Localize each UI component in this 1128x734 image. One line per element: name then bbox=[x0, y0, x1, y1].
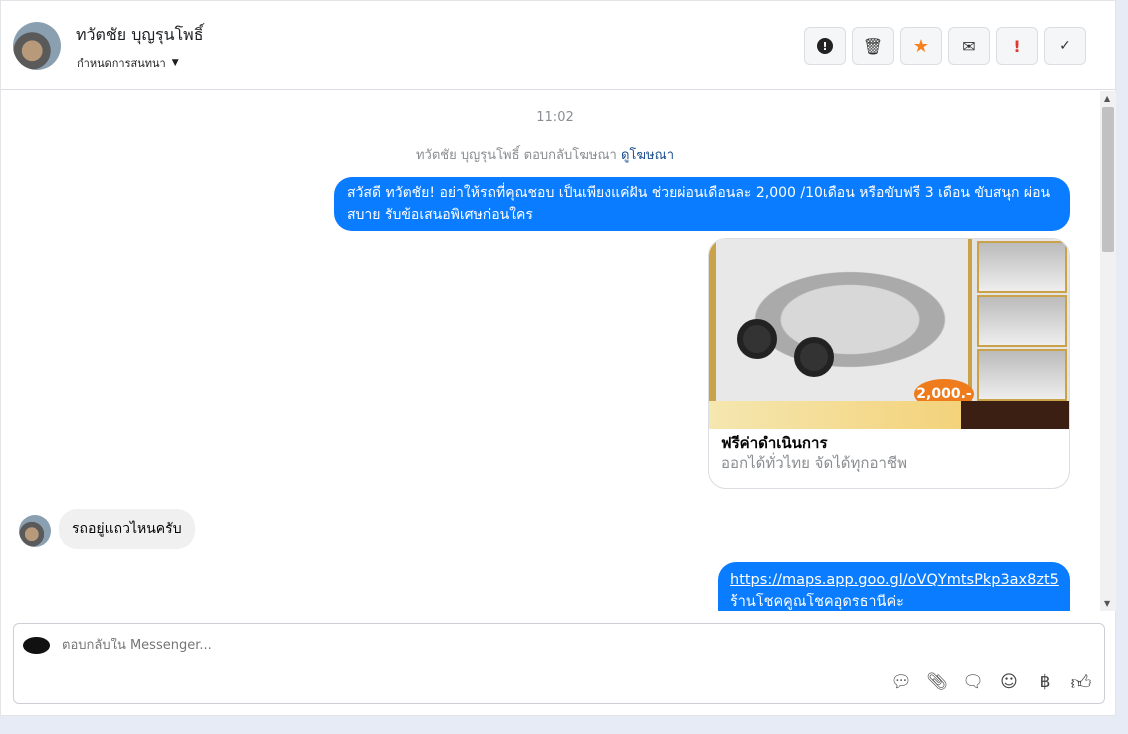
reply-composer: 💬︎ 📎︎ 🗨︎ ☺ ฿ 👍︎ bbox=[13, 623, 1105, 704]
ad-reply-note: ทวัตชัย บุญรุนโพธิ์ ตอบกลับโฆษณา ดูโฆษณา bbox=[1, 144, 1089, 165]
trash-icon: 🗑︎ bbox=[862, 36, 884, 56]
payment-button[interactable]: ฿ bbox=[1034, 671, 1056, 693]
envelope-icon: ✉ bbox=[962, 36, 976, 56]
follow-up-button[interactable]: ! bbox=[996, 27, 1038, 65]
composer-tools: 💬︎ 📎︎ 🗨︎ ☺ ฿ 👍︎ bbox=[890, 669, 1092, 694]
scroll-down-arrow-icon[interactable]: ▼ bbox=[1104, 599, 1110, 608]
thumbs-up-icon: 👍︎ bbox=[1070, 669, 1092, 694]
assign-label: กำหนดการสนทนา bbox=[77, 57, 166, 70]
contact-avatar[interactable] bbox=[13, 22, 61, 70]
paperclip-icon: 📎︎ bbox=[926, 672, 948, 692]
conversation-actions: ! 🗑︎ ★ ✉ ! ✓ bbox=[804, 27, 1086, 65]
ad-reply-text: ทวัตชัย บุญรุนโพธิ์ ตอบกลับโฆษณา bbox=[415, 148, 617, 163]
delete-button[interactable]: 🗑︎ bbox=[852, 27, 894, 65]
chat-dots-icon: 🗨︎ bbox=[962, 672, 984, 692]
outgoing-message: สวัสดี ทวัตชัย! อย่าให้รถที่คุณชอบ เป็นเ… bbox=[334, 177, 1070, 231]
shop-name-text: ร้านโชคคูณโชคอุดรธานีค่ะ bbox=[730, 594, 904, 610]
exclamation-icon: ! bbox=[1013, 36, 1021, 56]
star-button[interactable]: ★ bbox=[900, 27, 942, 65]
ad-image: 2,000.- bbox=[709, 239, 1069, 429]
contact-avatar-small bbox=[19, 515, 51, 547]
message-timestamp: 11:02 bbox=[536, 110, 574, 125]
smiley-icon: ☺ bbox=[1000, 672, 1018, 692]
attach-button[interactable]: 📎︎ bbox=[926, 671, 948, 693]
emoji-button[interactable]: ☺ bbox=[998, 671, 1020, 693]
mark-spam-button[interactable]: ! bbox=[804, 27, 846, 65]
star-icon: ★ bbox=[912, 35, 930, 57]
like-button[interactable]: 👍︎ bbox=[1070, 669, 1092, 694]
contact-name: ทวัตชัย บุญรุนโพธิ์ bbox=[76, 25, 204, 44]
scrollbar-thumb[interactable] bbox=[1102, 107, 1114, 252]
baht-icon: ฿ bbox=[1039, 672, 1051, 692]
maps-link[interactable]: https://maps.app.goo.gl/oVQYmtsPkp3ax8zt… bbox=[730, 569, 1059, 591]
inbox-panel: ทวัตชัย บุญรุนโพธิ์ กำหนดการสนทนา ▼ ! 🗑︎… bbox=[0, 0, 1116, 716]
message-thread[interactable]: 11:02 ทวัตชัย บุญรุนโพธิ์ ตอบกลับโฆษณา ด… bbox=[1, 91, 1099, 611]
assign-conversation-dropdown[interactable]: กำหนดการสนทนา ▼ bbox=[77, 54, 179, 72]
reply-input[interactable] bbox=[62, 638, 762, 653]
caret-down-icon: ▼ bbox=[171, 58, 179, 68]
conversation-header: ทวัตชัย บุญรุนโพธิ์ กำหนดการสนทนา ▼ ! 🗑︎… bbox=[1, 1, 1115, 90]
scroll-up-arrow-icon[interactable]: ▲ bbox=[1104, 94, 1110, 103]
scrollbar[interactable]: ▲ ▼ bbox=[1100, 91, 1116, 611]
checkmark-icon: ✓ bbox=[1059, 38, 1071, 54]
page-logo bbox=[23, 637, 50, 654]
view-ad-link[interactable]: ดูโฆษณา bbox=[621, 148, 674, 163]
outgoing-message-2: https://maps.app.goo.gl/oVQYmtsPkp3ax8zt… bbox=[718, 562, 1070, 611]
ad-card[interactable]: 2,000.- ฟรีค่าดำเนินการ ออกได้ทั่วไทย จั… bbox=[708, 238, 1070, 489]
incoming-message: รถอยู่แถวไหนครับ bbox=[59, 509, 195, 549]
star-speech-bubble-icon: 💬︎ bbox=[890, 672, 912, 692]
saved-reply-button[interactable]: 💬︎ bbox=[890, 671, 912, 693]
alert-circle-icon: ! bbox=[817, 38, 833, 54]
quick-reply-button[interactable]: 🗨︎ bbox=[962, 671, 984, 693]
mark-unread-button[interactable]: ✉ bbox=[948, 27, 990, 65]
mark-done-button[interactable]: ✓ bbox=[1044, 27, 1086, 65]
ad-card-subtitle: ออกได้ทั่วไทย จัดได้ทุกอาชีพ bbox=[721, 454, 907, 472]
